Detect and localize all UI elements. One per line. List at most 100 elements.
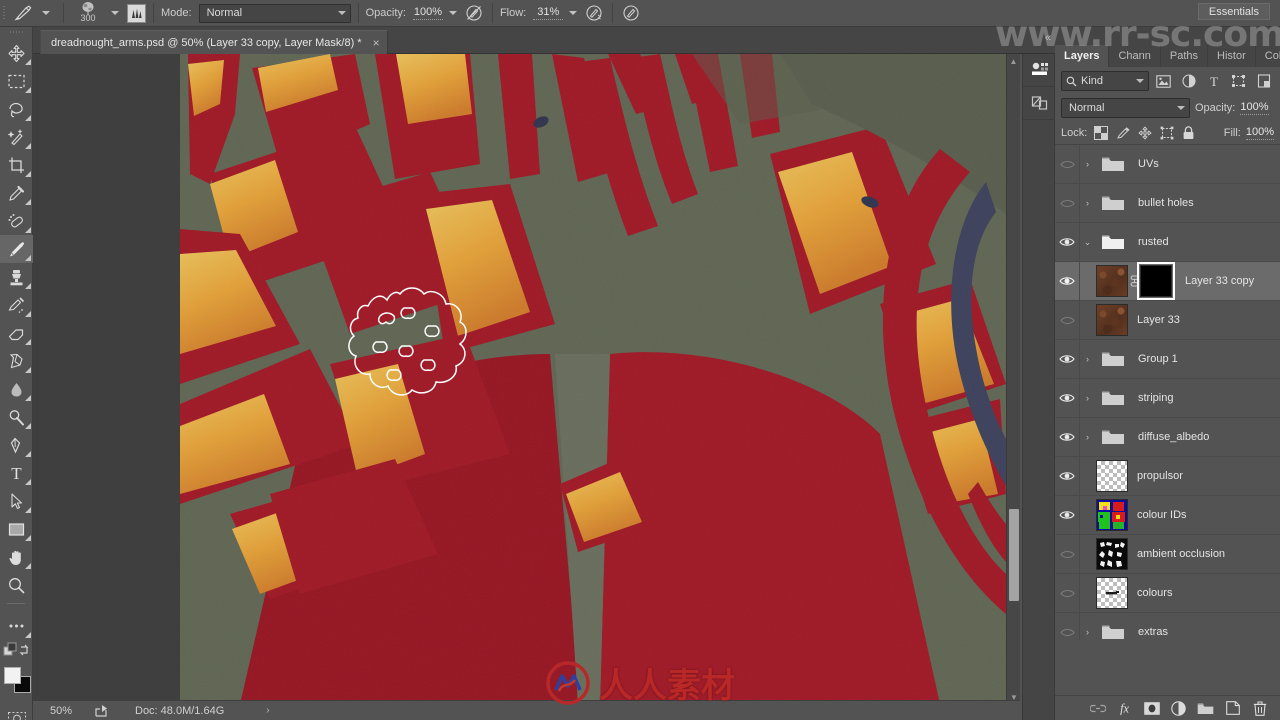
quick-mask-icon[interactable] — [0, 704, 33, 720]
layer-visibility-toggle[interactable] — [1055, 495, 1080, 535]
adjustment-filter-icon[interactable] — [1178, 71, 1199, 91]
pressure-size-icon[interactable] — [620, 2, 642, 24]
layer-mask-thumbnail[interactable] — [1137, 262, 1175, 300]
table-row[interactable]: Layer 33 copy — [1055, 261, 1280, 301]
edit-toolbar-tool[interactable] — [0, 612, 33, 640]
lock-position-icon[interactable] — [1136, 124, 1153, 141]
smart-object-filter-icon[interactable] — [1253, 71, 1274, 91]
lock-all-icon[interactable] — [1180, 124, 1197, 141]
blend-mode-select[interactable]: Normal — [198, 3, 351, 23]
close-icon[interactable]: × — [373, 37, 380, 49]
brush-preset-chevron-down-icon[interactable] — [42, 11, 50, 15]
spot-healing-brush-tool[interactable] — [0, 207, 33, 235]
layer-visibility-toggle[interactable] — [1055, 183, 1080, 223]
layer-visibility-toggle[interactable] — [1055, 573, 1080, 613]
table-row[interactable]: › UVs — [1055, 145, 1280, 184]
pressure-opacity-icon[interactable] — [463, 2, 485, 24]
airbrush-icon[interactable] — [583, 2, 605, 24]
layer-visibility-toggle[interactable] — [1055, 261, 1080, 301]
tab-paths[interactable]: Paths — [1161, 45, 1209, 67]
rectangle-tool[interactable] — [0, 515, 33, 543]
layer-visibility-toggle[interactable] — [1055, 378, 1080, 418]
document-canvas[interactable] — [180, 54, 1006, 704]
table-row[interactable]: Layer 33 — [1055, 300, 1280, 340]
layer-thumbnail[interactable] — [1096, 538, 1128, 570]
document-tab[interactable]: dreadnought_arms.psd @ 50% (Layer 33 cop… — [40, 30, 388, 54]
share-icon[interactable] — [89, 704, 115, 717]
flow-chevron-down-icon[interactable] — [569, 11, 578, 15]
group-expand-icon[interactable]: › — [1080, 159, 1095, 169]
status-expand-icon[interactable]: › — [266, 705, 269, 716]
quick-selection-tool[interactable] — [0, 123, 33, 151]
brush-preset-icon[interactable] — [10, 2, 36, 24]
default-colors-and-swap-row[interactable] — [0, 640, 33, 662]
zoom-level[interactable]: 50% — [33, 705, 89, 717]
eraser-tool[interactable] — [0, 319, 33, 347]
eyedropper-tool[interactable] — [0, 179, 33, 207]
table-row[interactable]: colours — [1055, 573, 1280, 613]
tab-history[interactable]: Histor — [1208, 45, 1256, 67]
layer-thumbnail[interactable] — [1096, 577, 1128, 609]
table-row[interactable]: ambient occlusion — [1055, 534, 1280, 574]
table-row[interactable]: propulsor — [1055, 456, 1280, 496]
delete-layer-icon[interactable] — [1251, 700, 1268, 717]
layer-thumbnail[interactable] — [1096, 460, 1128, 492]
foreground-background-colors[interactable] — [0, 664, 33, 698]
workspace-switcher[interactable]: Essentials — [1197, 3, 1270, 20]
options-bar-grip[interactable] — [0, 0, 10, 27]
table-row[interactable]: colour IDs — [1055, 495, 1280, 535]
brush-panel-icon[interactable] — [127, 3, 146, 23]
opacity-chevron-down-icon[interactable] — [448, 11, 457, 15]
scroll-up-icon[interactable]: ▲ — [1007, 54, 1020, 68]
dodge-tool[interactable] — [0, 403, 33, 431]
blur-tool[interactable] — [0, 375, 33, 403]
pen-tool[interactable] — [0, 431, 33, 459]
tools-panel-grip[interactable] — [0, 27, 32, 39]
group-collapse-icon[interactable]: ⌄ — [1080, 237, 1095, 248]
table-row[interactable]: › diffuse_albedo — [1055, 417, 1280, 457]
add-layer-style-icon[interactable]: fx — [1116, 700, 1133, 717]
brush-size-indicator[interactable]: 300 — [71, 1, 105, 25]
tab-channels[interactable]: Chann — [1109, 45, 1161, 67]
link-layers-icon[interactable] — [1089, 700, 1106, 717]
canvas-vertical-scrollbar[interactable]: ▲ ▼ — [1006, 54, 1020, 704]
layer-visibility-toggle[interactable] — [1055, 222, 1080, 262]
type-filter-icon[interactable]: T — [1203, 71, 1224, 91]
brush-size-chevron-down-icon[interactable] — [111, 11, 119, 15]
table-row[interactable]: › bullet holes — [1055, 183, 1280, 223]
opacity-value[interactable]: 100% — [412, 6, 443, 20]
adjustments-icon[interactable] — [1023, 87, 1056, 120]
table-row[interactable]: ⌄ rusted — [1055, 222, 1280, 262]
table-row[interactable]: › extras — [1055, 612, 1280, 640]
fill-value[interactable]: 100% — [1245, 126, 1274, 140]
layer-thumbnail[interactable] — [1096, 265, 1128, 297]
layer-visibility-toggle[interactable] — [1055, 300, 1080, 340]
group-expand-icon[interactable]: › — [1080, 354, 1095, 364]
layer-thumbnail[interactable] — [1096, 304, 1128, 336]
layer-visibility-toggle[interactable] — [1055, 612, 1080, 640]
layer-visibility-toggle[interactable] — [1055, 456, 1080, 496]
gradient-tool[interactable] — [0, 347, 33, 375]
path-selection-tool[interactable] — [0, 487, 33, 515]
layer-visibility-toggle[interactable] — [1055, 417, 1080, 457]
layer-thumbnail[interactable] — [1096, 499, 1128, 531]
layer-visibility-toggle[interactable] — [1055, 339, 1080, 379]
layer-visibility-toggle[interactable] — [1055, 534, 1080, 574]
move-tool[interactable] — [0, 39, 33, 67]
rectangular-marquee-tool[interactable] — [0, 67, 33, 95]
shape-filter-icon[interactable] — [1228, 71, 1249, 91]
layer-blend-mode-select[interactable]: Normal — [1061, 98, 1190, 118]
hand-tool[interactable] — [0, 543, 33, 571]
new-adjustment-layer-icon[interactable] — [1170, 700, 1187, 717]
filter-kind-select[interactable]: Kind — [1061, 71, 1150, 91]
table-row[interactable]: › striping — [1055, 378, 1280, 418]
libraries-icon[interactable] — [1023, 54, 1056, 87]
add-layer-mask-icon[interactable] — [1143, 700, 1160, 717]
lasso-tool[interactable] — [0, 95, 33, 123]
lock-image-pixels-icon[interactable] — [1114, 124, 1131, 141]
brush-tool[interactable] — [0, 235, 33, 263]
layer-opacity-value[interactable]: 100% — [1240, 101, 1269, 115]
vertical-scroll-thumb[interactable] — [1009, 509, 1019, 601]
lock-transparent-pixels-icon[interactable] — [1092, 124, 1109, 141]
collapse-panels-icon[interactable]: « — [1037, 27, 1059, 49]
